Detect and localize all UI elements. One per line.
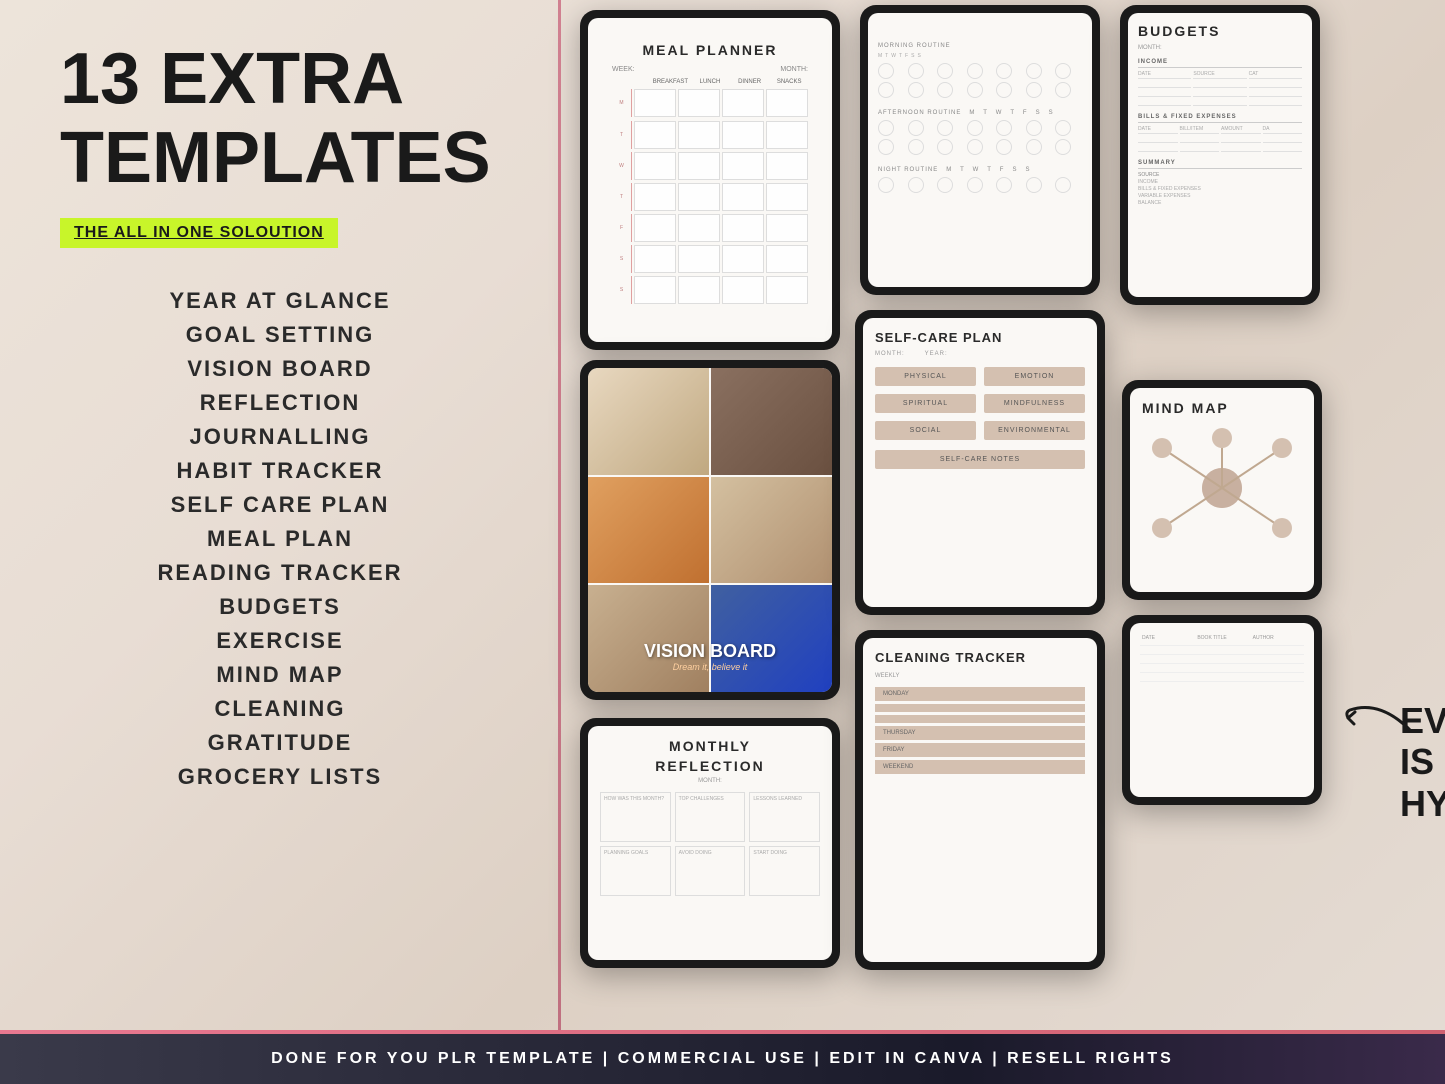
- list-item: GRATITUDE: [60, 730, 500, 756]
- reflection-cell: LESSONS LEARNED: [749, 792, 820, 842]
- left-panel: 13 EXTRA TEMPLATES THE ALL IN ONE SOLOUT…: [0, 0, 560, 980]
- vision-car-img: [711, 585, 832, 692]
- list-item: GOAL SETTING: [60, 322, 500, 348]
- main-title: 13 EXTRA TEMPLATES: [60, 40, 500, 198]
- list-item: JOURNALLING: [60, 424, 500, 450]
- tablet-mind-map: MIND MAP: [1122, 380, 1322, 600]
- afternoon-routine: AFTERNOON ROUTINE M T W T F S S: [878, 110, 1082, 155]
- tablet-vision-board: VISION BOARD Dream it, believe it: [580, 360, 840, 700]
- list-item: CLEANING: [60, 696, 500, 722]
- meal-row: T: [612, 121, 808, 149]
- vision-bird-img: [711, 477, 832, 584]
- list-item: YEAR AT GLANCE: [60, 288, 500, 314]
- reading-row: [1140, 666, 1304, 673]
- list-item: MIND MAP: [60, 662, 500, 688]
- reflection-title: MONTHLY: [600, 738, 820, 754]
- list-item: MEAL PLAN: [60, 526, 500, 552]
- list-item: HABIT TRACKER: [60, 458, 500, 484]
- arrow-icon: [1340, 680, 1420, 740]
- bills-section: BILLS & FIXED EXPENSES DATEBILL/ITEMAMOU…: [1138, 114, 1302, 152]
- meal-row: T: [612, 183, 808, 211]
- morning-routine: MORNING ROUTINE MTWTFSS: [878, 43, 1082, 98]
- tablet-cleaning-tracker: CLEANING TRACKER WEEKLY MONDAY THURSDAY …: [855, 630, 1105, 970]
- bottom-banner: DONE FOR YOU PLR TEMPLATE | COMMERCIAL U…: [0, 1034, 1445, 1084]
- income-section: INCOME DATESOURCECAT: [1138, 59, 1302, 106]
- tablet-reading-tracker: DATE BOOK TITLE AUTHOR: [1122, 615, 1322, 805]
- budgets-title: BUDGETS: [1138, 23, 1302, 39]
- list-item: EXERCISE: [60, 628, 500, 654]
- cleaning-screen: CLEANING TRACKER WEEKLY MONDAY THURSDAY …: [863, 638, 1097, 962]
- meal-row: W: [612, 152, 808, 180]
- subtitle-badge: THE ALL IN ONE SOLOUTION: [60, 218, 338, 248]
- cleaning-days: MONDAY THURSDAY FRIDAY WEEKEND: [875, 687, 1085, 774]
- banner-text: DONE FOR YOU PLR TEMPLATE | COMMERCIAL U…: [271, 1050, 1174, 1068]
- list-item: BUDGETS: [60, 594, 500, 620]
- self-care-notes: SELF-CARE NOTES: [875, 450, 1085, 469]
- vision-food-img: [711, 368, 832, 475]
- template-list: YEAR AT GLANCE GOAL SETTING VISION BOARD…: [60, 288, 500, 790]
- tablet-meal-planner: MEAL PLANNER WEEK: MONTH: BREAKFAST LUNC…: [580, 10, 840, 350]
- summary-section: SUMMARY SOURCE INCOME BILLS & FIXED EXPE…: [1138, 160, 1302, 206]
- reading-row: [1140, 648, 1304, 655]
- reading-header: DATE BOOK TITLE AUTHOR: [1140, 633, 1304, 646]
- reflection-cell: HOW WAS THIS MONTH?: [600, 792, 671, 842]
- right-panel: MEAL PLANNER WEEK: MONTH: BREAKFAST LUNC…: [560, 0, 1445, 980]
- meal-planner-screen: MEAL PLANNER WEEK: MONTH: BREAKFAST LUNC…: [588, 18, 832, 342]
- reflection-grid: HOW WAS THIS MONTH? TOP CHALLENGES LESSO…: [600, 792, 820, 896]
- reflection-screen: MONTHLY REFLECTION MONTH: HOW WAS THIS M…: [588, 726, 832, 960]
- list-item: VISION BOARD: [60, 356, 500, 382]
- reflection-cell: AVOID DOING: [675, 846, 746, 896]
- mind-map-screen: MIND MAP: [1130, 388, 1314, 592]
- tablet-monthly-reflection: MONTHLY REFLECTION MONTH: HOW WAS THIS M…: [580, 718, 840, 968]
- meal-row: F: [612, 214, 808, 242]
- meal-row: S: [612, 245, 808, 273]
- self-care-screen: SELF-CARE PLAN MONTH: YEAR: PHYSICAL EMO…: [863, 318, 1097, 607]
- title-line2: TEMPLATES: [60, 118, 491, 198]
- reflection-cell: TOP CHALLENGES: [675, 792, 746, 842]
- list-item: REFLECTION: [60, 390, 500, 416]
- hyperlink-callout: EVERY PAGE IS HYPERLINKED: [1400, 700, 1445, 824]
- vision-overlay: VISION BOARD Dream it, believe it: [598, 641, 822, 672]
- reflection-cell: START DOING: [749, 846, 820, 896]
- meal-grid-header: BREAKFAST LUNCH DINNER SNACKS: [612, 79, 808, 85]
- meal-planner-title: MEAL PLANNER: [612, 42, 808, 58]
- self-care-title: SELF-CARE PLAN: [875, 330, 1085, 345]
- reflection-cell: PLANNING GOALS: [600, 846, 671, 896]
- routine-screen: MORNING ROUTINE MTWTFSS AFTERNOON ROUT: [868, 13, 1092, 287]
- reading-row: [1140, 657, 1304, 664]
- reading-screen: DATE BOOK TITLE AUTHOR: [1130, 623, 1314, 797]
- meal-row: S: [612, 276, 808, 304]
- budgets-screen: BUDGETS MONTH: INCOME DATESOURCECAT BILL…: [1128, 13, 1312, 297]
- vision-sunset-img: [588, 477, 709, 584]
- list-item: READING TRACKER: [60, 560, 500, 586]
- mind-map-visual: [1142, 428, 1302, 548]
- reading-row: [1140, 675, 1304, 682]
- tablet-self-care: SELF-CARE PLAN MONTH: YEAR: PHYSICAL EMO…: [855, 310, 1105, 615]
- mind-map-svg: [1142, 428, 1302, 548]
- vision-board-screen: VISION BOARD Dream it, believe it: [588, 368, 832, 692]
- vision-house-img: [588, 368, 709, 475]
- callout-line2: HYPERLINKED: [1400, 783, 1445, 824]
- night-routine: NIGHT ROUTINE M T W T F S S: [878, 167, 1082, 193]
- cleaning-weekly: WEEKLY: [875, 673, 1085, 679]
- vertical-divider: [558, 0, 561, 1030]
- self-care-grid: PHYSICAL EMOTION SPIRITUAL MINDFULNESS S…: [875, 367, 1085, 440]
- reflection-title2: REFLECTION: [600, 758, 820, 774]
- mind-map-title: MIND MAP: [1142, 400, 1302, 416]
- list-item: GROCERY LISTS: [60, 764, 500, 790]
- tablet-routine: MORNING ROUTINE MTWTFSS AFTERNOON ROUT: [860, 5, 1100, 295]
- cleaning-title: CLEANING TRACKER: [875, 650, 1085, 665]
- tablet-budgets: BUDGETS MONTH: INCOME DATESOURCECAT BILL…: [1120, 5, 1320, 305]
- list-item: SELF CARE PLAN: [60, 492, 500, 518]
- meal-row: M: [612, 89, 808, 118]
- vision-family-img: [588, 585, 709, 692]
- title-line1: 13 EXTRA: [60, 39, 404, 119]
